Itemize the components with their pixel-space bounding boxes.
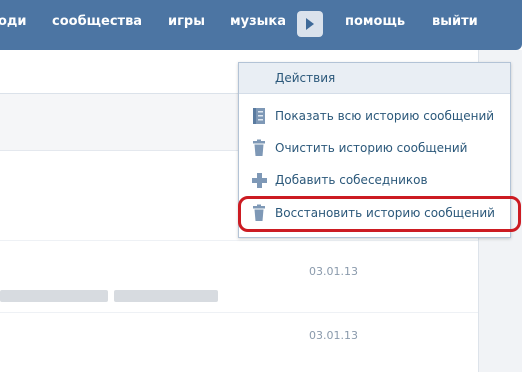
nav-item-communities[interactable]: сообщества (52, 14, 142, 29)
trash-icon (253, 204, 265, 221)
row-divider (0, 240, 478, 241)
actions-menu: Действия Показать всю историю сообщений … (238, 62, 511, 238)
trash-icon (253, 139, 265, 156)
menu-item-restore-history[interactable]: Восстановить историю сообщений (239, 198, 510, 228)
nav-item-people[interactable]: оди (0, 14, 27, 29)
plus-icon (252, 173, 267, 188)
history-list-icon (253, 108, 265, 124)
nav-more-button[interactable] (297, 11, 323, 37)
top-nav-bar: оди сообщества игры музыка помощь выйти (0, 0, 522, 50)
actions-menu-title: Действия (275, 71, 336, 85)
blurred-message-text (0, 290, 108, 302)
nav-item-music[interactable]: музыка (230, 14, 286, 29)
nav-item-logout[interactable]: выйти (432, 14, 478, 29)
blurred-message-text (114, 290, 218, 302)
menu-item-label: Восстановить историю сообщений (275, 206, 495, 220)
menu-item-show-history[interactable]: Показать всю историю сообщений (239, 101, 510, 131)
menu-item-label: Очистить историю сообщений (275, 141, 468, 155)
nav-item-games[interactable]: игры (168, 14, 205, 29)
play-arrow-icon (306, 18, 314, 30)
message-date: 03.01.13 (309, 265, 358, 278)
row-divider (0, 312, 478, 313)
menu-item-label: Показать всю историю сообщений (275, 109, 495, 123)
menu-item-clear-history[interactable]: Очистить историю сообщений (239, 133, 510, 163)
message-date: 03.01.13 (309, 329, 358, 342)
menu-item-label: Добавить собеседников (275, 173, 428, 187)
actions-menu-header[interactable]: Действия (239, 63, 510, 94)
nav-item-help[interactable]: помощь (345, 14, 405, 29)
menu-item-add-participants[interactable]: Добавить собеседников (239, 165, 510, 195)
